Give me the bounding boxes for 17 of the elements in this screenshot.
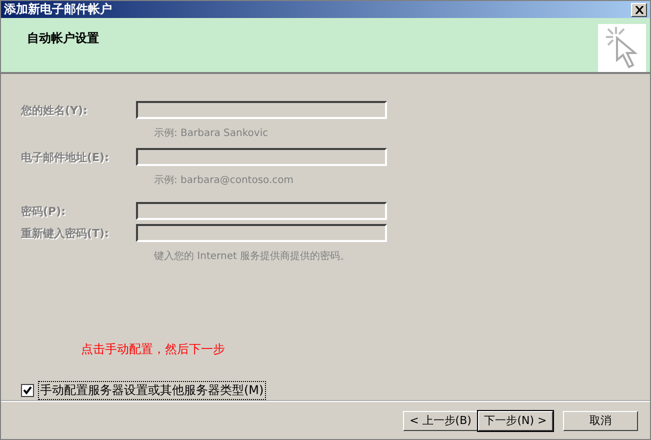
close-button[interactable] <box>631 2 647 16</box>
dialog-button[interactable]: 下一步(N) > <box>478 410 553 430</box>
hint-text: 示例: Barbara Sankovic <box>154 127 270 141</box>
header-title: 自动帐户设置 <box>27 30 99 47</box>
checkbox-label[interactable]: 手动配置服务器设置或其他服务器类型(M) <box>38 381 266 400</box>
field-label: 您的姓名(Y): <box>21 102 88 118</box>
field-label: 电子邮件地址(E): <box>21 150 110 164</box>
window-title: 添加新电子邮件帐户 <box>4 1 112 18</box>
hint-text: 示例: barbara@contoso.com <box>154 174 295 188</box>
field-label: 重新键入密码(T): <box>21 226 110 240</box>
dialog-button[interactable]: 取消 <box>563 410 638 430</box>
annotation-text: 点击手动配置，然后下一步 <box>81 341 226 358</box>
close-icon <box>634 6 644 14</box>
checkbox[interactable] <box>21 384 34 397</box>
hint-text: 键入您的 Internet 服务提供商提供的密码。 <box>154 250 352 264</box>
dialog-button[interactable]: < 上一步(B) <box>403 410 478 430</box>
field-label: 密码(P): <box>21 204 67 218</box>
